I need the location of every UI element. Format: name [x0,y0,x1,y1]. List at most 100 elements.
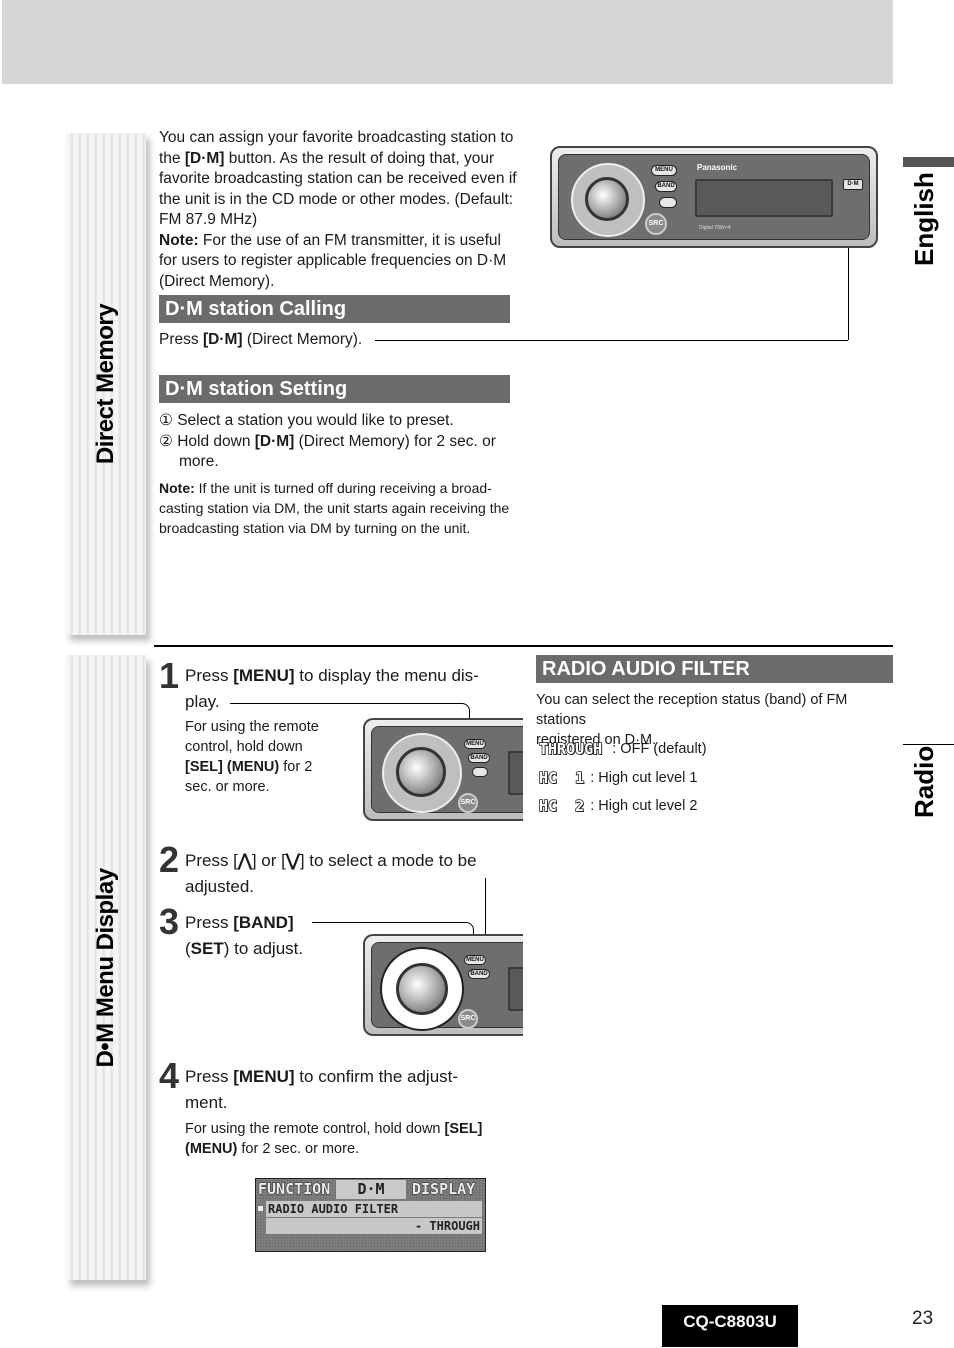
set-key-ref: SET [190,939,224,958]
src-button: SRC [458,1009,478,1029]
menu-key-ref: [MENU] [233,1067,295,1086]
step2-post: ] to select a mode to be [299,851,477,870]
lcd-row-value: - THROUGH [266,1218,482,1234]
step2-pre: Press [ [185,851,238,870]
section-title-direct-memory: Direct Memory [92,303,119,465]
remote-note-line: For using the remote control, hold down [185,1121,445,1137]
lcd-row-mode: RADIO AUDIO FILTER [266,1201,482,1217]
calling-text-post: (Direct Memory). [242,331,363,348]
remote-note-line: for 2 [279,759,313,775]
hc1-icon: HC 1 [538,768,585,788]
src-button: SRC [458,793,478,813]
step-1-remote-note: For using the remote control, hold down … [185,717,345,797]
dm-calling-instruction: Press [D·M] (Direct Memory). [159,330,362,351]
through-icon: THROUGH [538,739,603,759]
section-tab-direct-memory: Direct Memory [66,133,146,635]
step3-pre: Press [185,913,234,932]
page-number: 23 [912,1308,934,1329]
note-label: Note: [159,480,195,496]
step1-post: to display the menu dis- [294,666,479,685]
note-text: For the use of an FM transmitter, it is … [198,231,501,249]
dm-leader-line [375,340,848,341]
remote-note-line: control, hold down [185,739,303,755]
step-number-2: 2 [159,839,180,880]
lcd-tab-function: FUNCTION [258,1180,331,1199]
lcd-tab-display: DISPLAY [412,1180,476,1199]
sel-menu-key-ref: [SEL] (MENU) [185,759,280,775]
setting-step-2-cont: more. [179,453,219,470]
heading-dm-station-setting: D·M station Setting [159,375,510,403]
lcd-tab-dm-active: D·M [336,1180,406,1199]
dm-button: D·M [843,179,863,190]
unit-faceplate: MENU BAND SRC [371,726,523,813]
head-unit-closeup-menu: MENU BAND SRC [363,718,523,821]
step-4-remote-note: For using the remote control, hold down … [185,1119,515,1159]
step-2-text: Press [⋀] or [⋁] to select a mode to be … [185,848,520,900]
setting-step-2: ② Hold down [D·M] (Direct Memory) for 2 … [159,432,519,453]
lcd-cursor-icon [258,1206,263,1211]
volume-knob [396,963,448,1015]
sel-key-ref: [SEL] [444,1121,483,1137]
menu-lcd-display: FUNCTION D·M DISPLAY RADIO AUDIO FILTER … [255,1178,486,1252]
filter-option-desc: : High cut level 2 [590,798,698,814]
chapter-tab-label: Radio [909,745,939,818]
brand-logo: Panasonic [697,163,738,172]
dm-setting-steps: ① Select a station you would like to pre… [159,411,519,473]
menu-key-ref: (MENU) [185,1141,238,1157]
hc2-icon: HC 2 [538,796,585,816]
language-tab-marker [903,157,954,167]
section-title-dm-menu-display: D•M Menu Display [92,867,119,1068]
step-number-1: 1 [159,655,180,696]
step2-cont: adjusted. [185,877,254,896]
filter-option-desc: : High cut level 1 [590,770,698,786]
note-label: Note: [159,231,199,249]
step4-post: to confirm the adjust- [294,1067,459,1086]
filter-option-hc2: HC 2 : High cut level 2 [538,796,698,816]
band-button: BAND [468,969,490,979]
step-number-3: 3 [159,901,180,942]
unit-faceplate: MENU BAND Panasonic D·M SRC Digital 70W×… [558,154,870,240]
dm-key-ref: [D·M] [184,149,225,167]
band-button: BAND [468,753,490,763]
lcd-display [695,179,833,217]
up-arrow-icon: ⋀ [237,851,252,870]
model-badge: CQ-C8803U [662,1305,798,1347]
filter-option-desc: : OFF (default) [612,741,707,757]
head-unit-illustration: MENU BAND Panasonic D·M SRC Digital 70W×… [550,146,878,248]
d-button [472,767,488,777]
menu-key-ref: [MENU] [233,666,295,685]
unit-faceplate: MENU BAND SRC [371,942,523,1031]
calling-text-pre: Press [159,331,203,348]
volume-knob [396,747,446,797]
down-arrow-icon: ⋁ [285,851,300,870]
step4-cont: ment. [185,1093,228,1112]
step2-mid: ] or [ [251,851,286,870]
header-band [2,0,893,84]
intro-line: You can assign your favorite broadcastin… [159,129,514,146]
step2-post: (Direct Memory) for 2 sec. or [294,432,496,450]
filter-option-hc1: HC 1 : High cut level 1 [538,768,698,788]
dm-key-ref: [D·M] [202,331,243,348]
section-tab-dm-menu-display: D•M Menu Display [66,655,146,1280]
step2-pre: ② Hold down [159,432,255,450]
step3-post: ) to adjust. [223,939,304,958]
note-text: for users to register applicable frequen… [159,252,507,269]
remote-note-line: for 2 sec. or more. [237,1141,360,1157]
note-text: (Direct Memory). [159,272,275,290]
menu-button: MENU [464,955,486,965]
heading-dm-station-calling: D·M station Calling [159,295,510,323]
band-leader-line [312,922,462,923]
section-divider [154,645,893,647]
volume-knob [585,177,629,221]
head-unit-closeup-band: MENU BAND SRC [363,934,523,1036]
step1-pre: Press [185,666,234,685]
remote-note-line: sec. or more. [185,779,270,795]
intro-line: FM 87.9 MHz) [159,211,258,228]
note-text: broadcasting station via DM by turning o… [159,520,471,536]
direct-memory-intro: You can assign your favorite broadcastin… [159,128,519,292]
description-line: You can select the reception status (ban… [536,692,848,728]
dm-key-ref: [D·M] [254,432,295,450]
intro-line: the unit is in the CD mode or other mode… [159,190,514,208]
step4-pre: Press [185,1067,234,1086]
setting-step-1: ① Select a station you would like to pre… [159,412,454,429]
